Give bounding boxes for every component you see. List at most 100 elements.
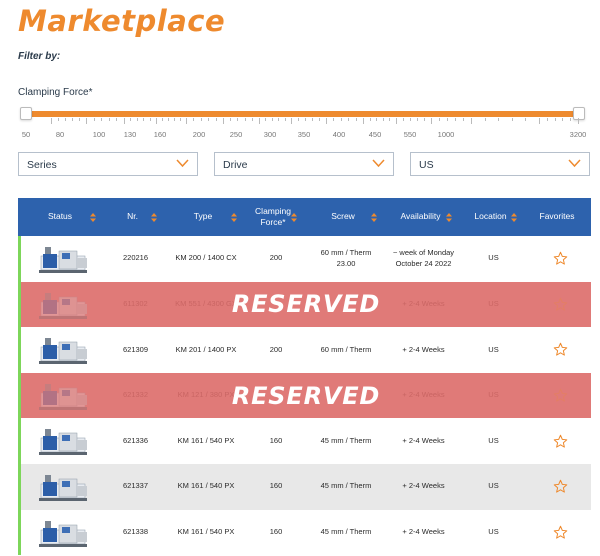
column-header-label: Status (47, 211, 73, 222)
table-header: Status Nr. Type Clamping Force* Screw Availab… (18, 198, 591, 236)
slider-tick (291, 118, 292, 124)
machine-table: Status Nr. Type Clamping Force* Screw Availab… (18, 198, 591, 556)
slider-tick (431, 118, 432, 124)
location-select[interactable]: US (410, 152, 590, 176)
cell-force: 160 (269, 481, 283, 491)
sort-icon[interactable] (90, 213, 96, 222)
clamping-force-slider-track[interactable] (25, 111, 578, 117)
drive-select[interactable]: Drive (214, 152, 394, 176)
slider-minor-tick (65, 118, 66, 121)
column-header-type[interactable]: Type (163, 198, 243, 236)
slider-minor-tick (570, 118, 572, 121)
column-header-availability[interactable]: Availability (383, 198, 458, 236)
column-header-favorites[interactable]: Favorites (523, 198, 591, 236)
slider-minor-tick (130, 118, 132, 121)
slider-minor-tick (265, 118, 267, 121)
column-header-status[interactable]: Status (18, 198, 102, 236)
favorite-star-icon[interactable] (553, 251, 568, 266)
favorite-star-icon[interactable] (553, 525, 568, 540)
favorite-star-icon[interactable] (553, 434, 568, 449)
slider-tick (86, 118, 87, 124)
favorite-star-icon[interactable] (553, 479, 568, 494)
slider-tick-label: 550 (403, 130, 417, 139)
sort-icon[interactable] (446, 213, 452, 222)
slider-tick-label: 350 (297, 130, 311, 139)
cell-location: US (488, 344, 499, 354)
slider-tick-label: 200 (192, 130, 206, 139)
slider-tick-label: 450 (368, 130, 382, 139)
slider-minor-tick (72, 118, 73, 121)
slider-tick-label: 250 (229, 130, 243, 139)
slider-tick (363, 118, 364, 124)
slider-minor-tick (237, 118, 239, 121)
cell-type: KM 161 / 540 PX (177, 526, 235, 536)
slider-minor-tick (284, 118, 286, 121)
slider-minor-tick (58, 118, 59, 121)
slider-minor-tick (278, 118, 280, 121)
cell-force: 200 (269, 344, 283, 354)
clamping-force-label: Clamping Force* (18, 87, 93, 98)
cell-nr: 621338 (122, 526, 149, 536)
cell-nr: 621337 (122, 481, 149, 491)
table-row[interactable]: 220216 KM 200 / 1400 CX 200 60 mm / Therm 2… (18, 236, 591, 282)
slider-minor-tick (455, 118, 456, 121)
column-header-clamping-force[interactable]: Clamping Force* (243, 198, 303, 236)
favorite-star-icon[interactable] (553, 342, 568, 357)
machine-thumbnail (39, 429, 87, 456)
slider-tick-label: 3200 (569, 130, 587, 139)
column-header-location[interactable]: Location (458, 198, 523, 236)
cell-screw: 60 mm / Therm 23.00 (320, 247, 372, 268)
slider-tick (259, 118, 260, 124)
slider-minor-tick (143, 118, 145, 121)
table-row[interactable]: 621338 KM 161 / 540 PX 160 45 mm / Therm + 2… (18, 509, 591, 556)
table-row[interactable]: 621336 KM 161 / 540 PX 160 45 mm / Therm + 2… (18, 418, 591, 464)
sort-icon[interactable] (151, 213, 157, 222)
column-header-label: Location (474, 211, 507, 222)
slider-minor-tick (525, 118, 527, 121)
slider-minor-tick (312, 118, 313, 121)
series-select[interactable]: Series (18, 152, 198, 176)
sort-icon[interactable] (511, 213, 517, 222)
machine-thumbnail (39, 474, 87, 501)
slider-tick-labels: 50 80 100 130 160 200 250 300 350 400 450 550 1000 32… (0, 130, 600, 140)
sort-icon[interactable] (371, 213, 377, 222)
cell-nr: 220216 (122, 253, 149, 263)
slider-minor-tick (180, 118, 181, 121)
drive-select-value: Drive (223, 159, 248, 171)
column-header-nr[interactable]: Nr. (102, 198, 163, 236)
cell-nr: 621336 (122, 435, 149, 445)
cell-force: 160 (269, 435, 283, 445)
reserved-overlay: RESERVED (231, 290, 381, 319)
column-header-screw[interactable]: Screw (303, 198, 383, 236)
slider-minor-tick (355, 118, 357, 121)
sort-icon[interactable] (291, 213, 297, 222)
table-row[interactable]: 621309 KM 201 / 1400 PX 200 60 mm / Therm + … (18, 327, 591, 373)
sort-icon[interactable] (231, 213, 237, 222)
column-header-label: Clamping Force* (255, 205, 291, 227)
slider-minor-tick (333, 118, 335, 121)
slider-minor-tick (208, 118, 210, 121)
table-row-reserved[interactable]: 611302 KM 551 / 4300 GX + 2-4 Weeks US RESER… (18, 281, 591, 328)
favorite-cell (526, 236, 594, 282)
slider-minor-tick (369, 118, 371, 121)
cell-screw: 60 mm / Therm (320, 344, 372, 354)
cell-screw: 45 mm / Therm (320, 526, 372, 536)
slider-minor-tick (168, 118, 169, 121)
slider-tick-label: 80 (55, 130, 65, 139)
slider-minor-tick (174, 118, 175, 121)
slider-minor-tick (484, 118, 486, 121)
table-row-reserved[interactable]: 621332 KM 121 / 380 PX + 2-4 Weeks US RESERV… (18, 372, 591, 419)
slider-tick (578, 118, 579, 124)
slider-minor-tick (417, 118, 418, 121)
slider-minor-tick (554, 118, 556, 121)
slider-tick (124, 118, 125, 124)
slider-minor-tick (244, 118, 246, 121)
slider-tick (156, 118, 157, 124)
table-row[interactable]: 621337 KM 161 / 540 PX 160 45 mm / Therm + 2… (18, 463, 591, 510)
slider-minor-tick (403, 118, 404, 121)
slider-minor-tick (101, 118, 103, 121)
slider-minor-tick (136, 118, 138, 121)
slider-minor-tick (498, 118, 500, 121)
slider-minor-tick (376, 118, 378, 121)
slider-minor-tick (298, 118, 299, 121)
